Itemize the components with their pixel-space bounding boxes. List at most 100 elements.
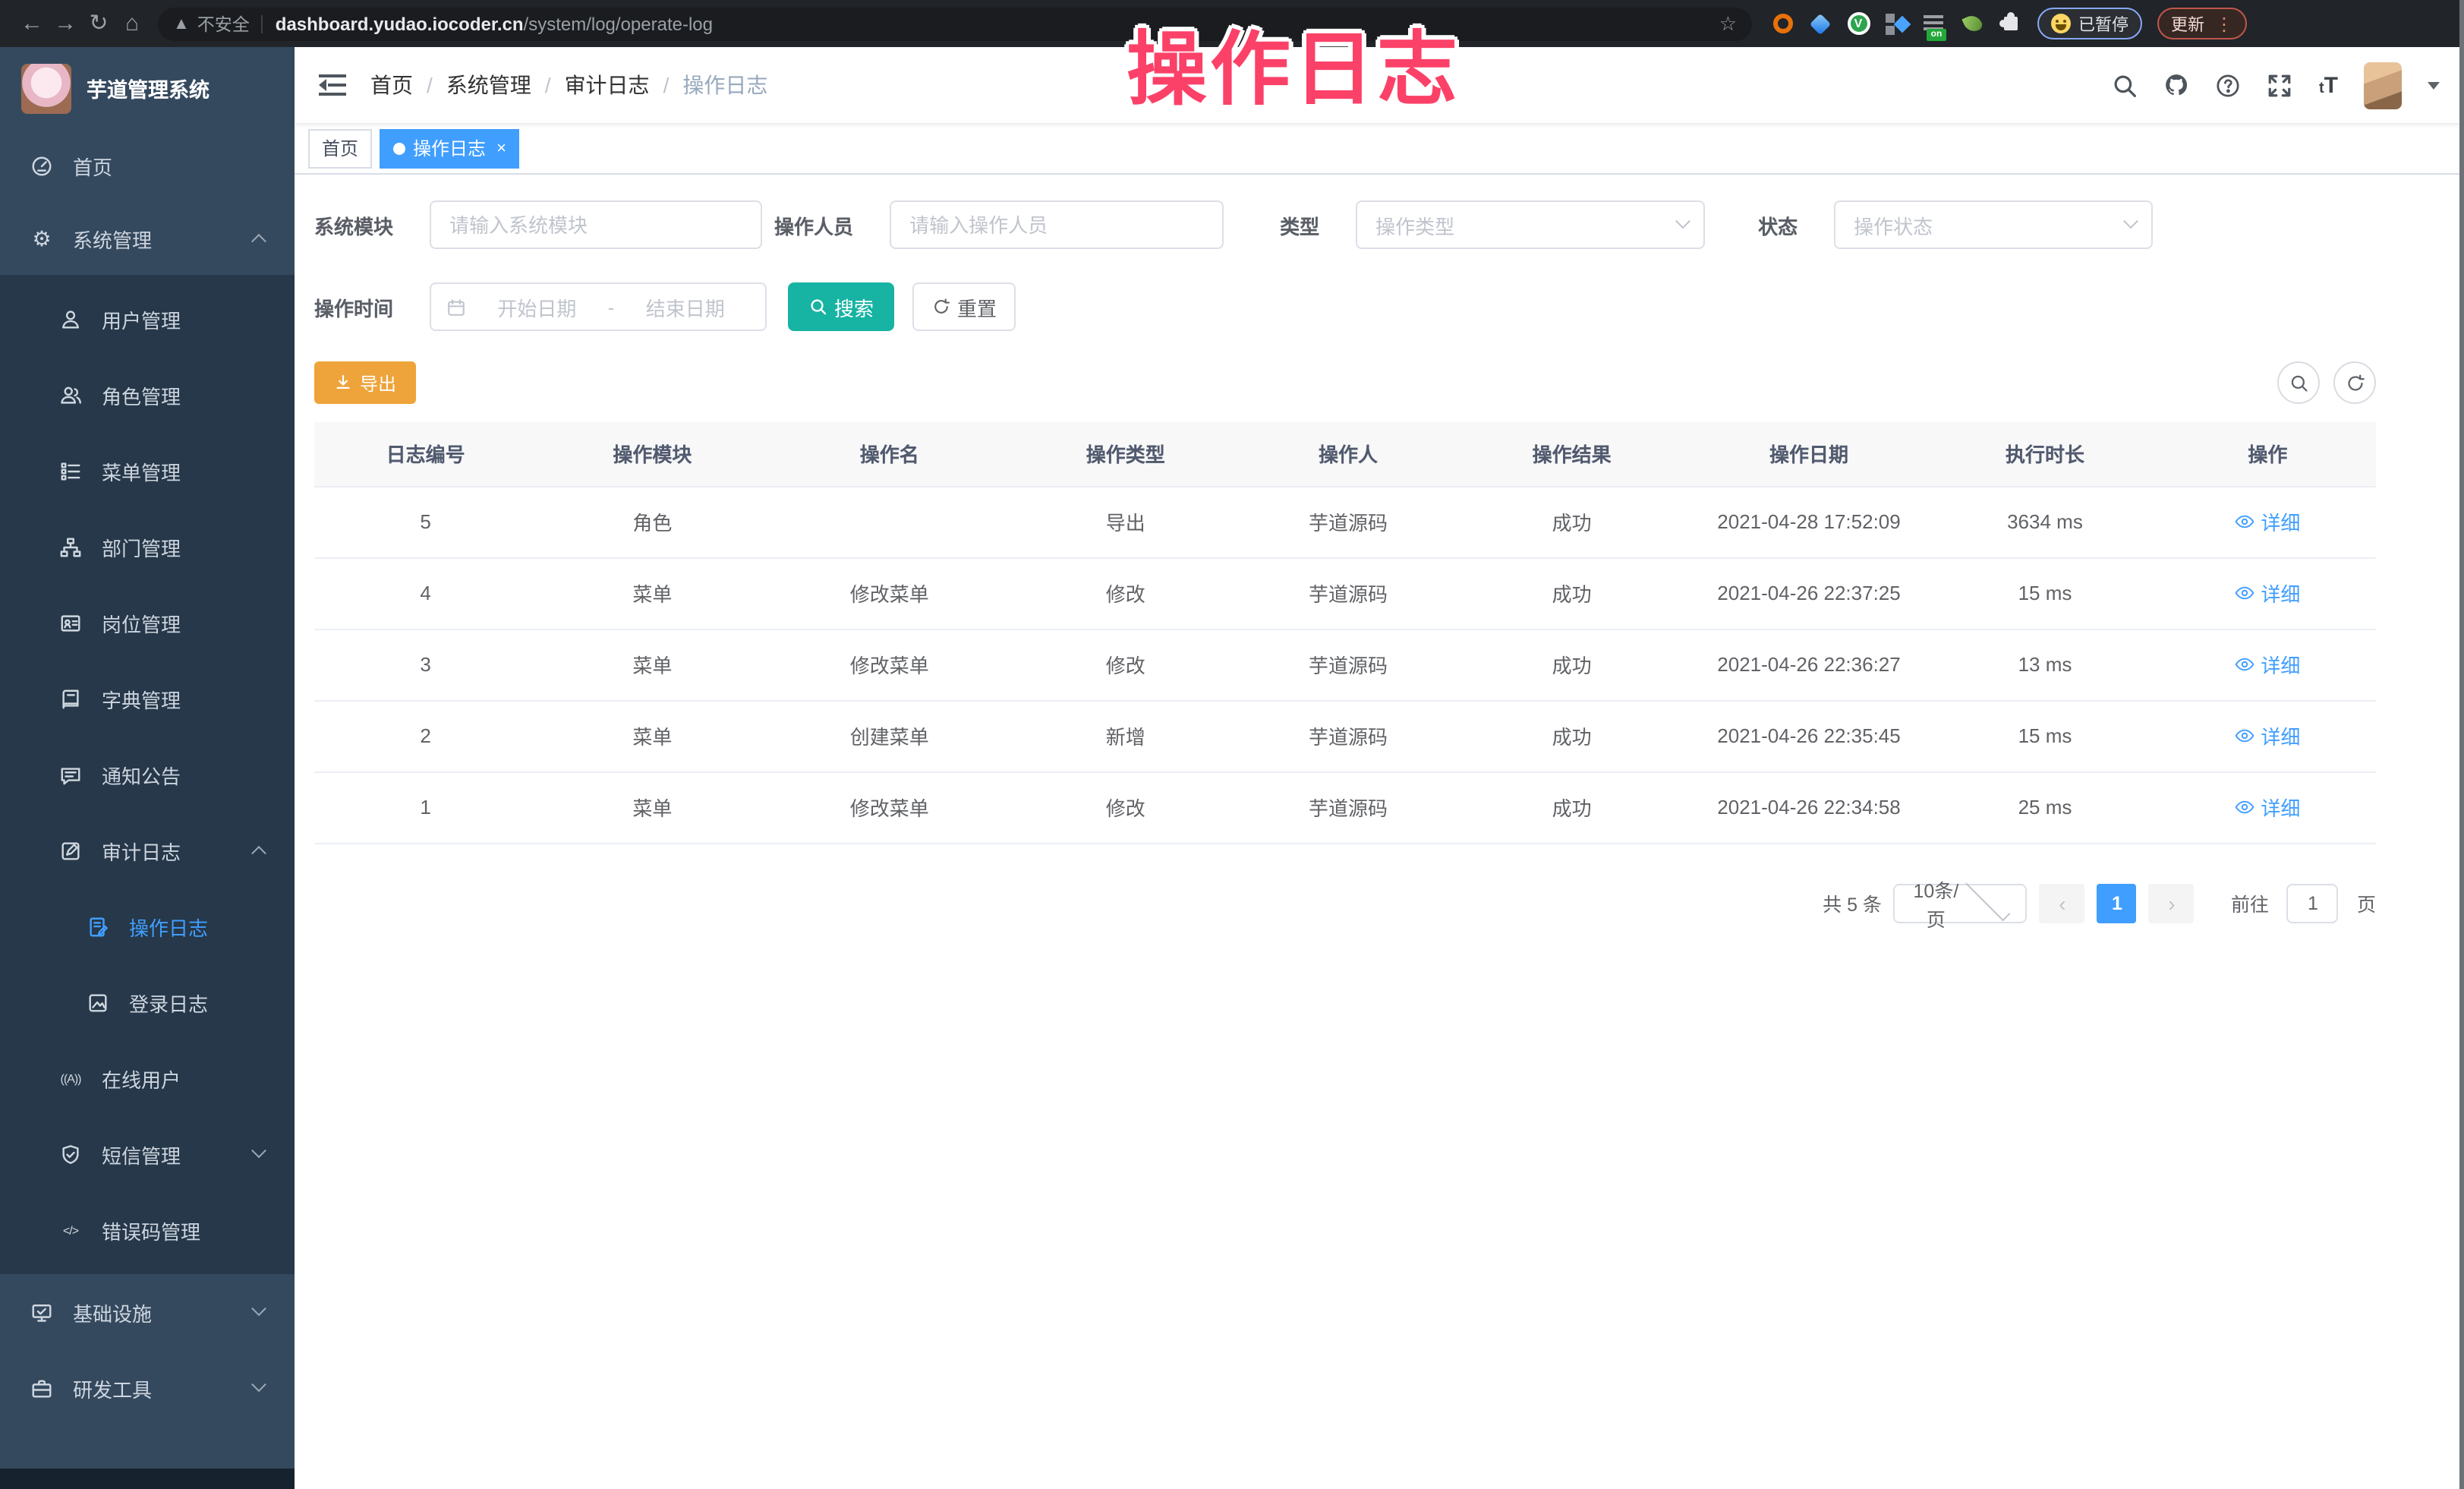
tab-label: 首页 [322, 135, 358, 161]
sidebar-item-system[interactable]: ⚙ 系统管理 [0, 202, 295, 275]
page-size-select[interactable]: 10条/页 [1894, 883, 2028, 923]
reset-button[interactable]: 重置 [912, 282, 1016, 331]
audit-icon [59, 839, 82, 862]
search-icon[interactable] [2113, 72, 2138, 98]
cell-op-name: 修改菜单 [768, 771, 1011, 843]
status-select[interactable]: 操作状态 [1834, 200, 2153, 249]
detail-link[interactable]: 详细 [2235, 579, 2300, 607]
breadcrumb-audit[interactable]: 审计日志 [565, 70, 650, 100]
detail-link[interactable]: 详细 [2235, 793, 2300, 822]
chevron-up-icon [251, 845, 266, 860]
cell-operator: 芋道源码 [1240, 629, 1456, 700]
emoji-face-icon [2051, 14, 2071, 33]
back-button[interactable]: ← [15, 12, 49, 35]
profile-paused-chip[interactable]: 已暂停 [2037, 8, 2142, 39]
browser-menu-icon[interactable]: ⋮ [2215, 14, 2233, 33]
goto-label: 前往 [2231, 888, 2269, 917]
font-size-icon[interactable]: tT [2319, 72, 2338, 98]
search-button[interactable]: 搜索 [788, 282, 894, 331]
update-label: 更新 [2171, 11, 2204, 36]
toggle-search-button[interactable] [2277, 361, 2320, 404]
sidebar-item-label: 用户管理 [102, 304, 181, 333]
breadcrumb-system[interactable]: 系统管理 [446, 70, 531, 100]
search-button-label: 搜索 [834, 292, 874, 321]
sidebar-item-label: 岗位管理 [102, 608, 181, 637]
update-button[interactable]: 更新 ⋮ [2157, 8, 2247, 39]
breadcrumb-home[interactable]: 首页 [370, 70, 413, 100]
github-icon[interactable] [2164, 72, 2190, 98]
detail-link[interactable]: 详细 [2235, 507, 2300, 536]
sidebar-item-login-log[interactable]: 登录日志 [0, 964, 295, 1040]
table-row: 5 角色 导出 芋道源码 成功 2021-04-28 17:52:09 3634… [314, 486, 2376, 557]
sidebar-item-departments[interactable]: 部门管理 [0, 509, 295, 585]
omnibox-divider [262, 14, 263, 33]
refresh-table-button[interactable] [2333, 361, 2376, 404]
sidebar-item-users[interactable]: 用户管理 [0, 281, 295, 357]
extension-leaf-icon[interactable] [1960, 11, 1984, 36]
sidebar-item-dev-tools[interactable]: 研发工具 [0, 1350, 295, 1426]
col-op-type: 操作类型 [1011, 422, 1240, 486]
home-button[interactable]: ⌂ [115, 12, 149, 35]
operator-input[interactable] [890, 200, 1224, 249]
address-bar[interactable]: ▲ 不安全 dashboard.yudao.iocoder.cn /system… [158, 7, 1752, 40]
date-range-picker[interactable]: 开始日期 - 结束日期 [430, 282, 767, 331]
sidebar-item-notices[interactable]: 通知公告 [0, 737, 295, 812]
detail-link[interactable]: 详细 [2235, 721, 2300, 750]
type-select[interactable]: 操作类型 [1356, 200, 1705, 249]
tab-close-icon[interactable]: × [496, 139, 506, 157]
fullscreen-icon[interactable] [2267, 72, 2293, 98]
sidebar-collapse-bar[interactable] [0, 1468, 295, 1489]
extension-drop-icon[interactable] [1808, 11, 1832, 36]
collapse-sidebar-icon[interactable] [319, 74, 346, 96]
sidebar-item-infrastructure[interactable]: 基础设施 [0, 1274, 295, 1350]
tags-view-bar: 首页 操作日志 × [295, 123, 2464, 175]
system-submenu: 用户管理 角色管理 菜单管理 [0, 275, 295, 1274]
cell-op-type: 修改 [1011, 629, 1240, 700]
page-number-1[interactable]: 1 [2097, 883, 2137, 923]
refresh-icon [931, 298, 950, 316]
tab-home[interactable]: 首页 [308, 128, 372, 168]
export-button-label: 导出 [360, 370, 396, 396]
chevron-down-icon [251, 1300, 266, 1315]
sidebar-item-roles[interactable]: 角色管理 [0, 357, 295, 433]
user-avatar[interactable] [2364, 62, 2402, 109]
next-page-button[interactable]: › [2149, 883, 2195, 923]
table-row: 4 菜单 修改菜单 修改 芋道源码 成功 2021-04-26 22:37:25… [314, 557, 2376, 629]
help-icon[interactable] [2216, 72, 2242, 98]
cell-date: 2021-04-26 22:36:27 [1687, 629, 1930, 700]
module-input[interactable] [430, 200, 762, 249]
forward-button[interactable]: → [49, 12, 82, 35]
tab-label: 操作日志 [413, 135, 486, 161]
sidebar-item-posts[interactable]: 岗位管理 [0, 585, 295, 661]
extension-blocks-icon[interactable] [1884, 11, 1908, 36]
sidebar-item-error-codes[interactable]: </> 错误码管理 [0, 1192, 295, 1268]
sidebar-item-online-users[interactable]: ((A)) 在线用户 [0, 1040, 295, 1116]
eye-icon [2235, 726, 2254, 746]
sidebar-item-sms[interactable]: 短信管理 [0, 1116, 295, 1192]
tab-operate-log[interactable]: 操作日志 × [380, 128, 520, 168]
sidebar-item-label: 短信管理 [102, 1140, 181, 1169]
sidebar-item-home[interactable]: 首页 [0, 129, 295, 202]
avatar-caret-icon[interactable] [2428, 81, 2440, 89]
prev-page-button[interactable]: ‹ [2040, 883, 2085, 923]
sidebar-item-operate-log[interactable]: 操作日志 [0, 888, 295, 964]
sidebar-item-dictionary[interactable]: 字典管理 [0, 661, 295, 737]
extension-v-icon[interactable]: V [1846, 11, 1870, 36]
sidebar-item-menus[interactable]: 菜单管理 [0, 433, 295, 509]
bookmark-star-icon[interactable]: ☆ [1719, 11, 1737, 36]
pagination: 共 5 条 10条/页 ‹ 1 › 前往 页 [314, 883, 2376, 923]
detail-link[interactable]: 详细 [2235, 650, 2300, 679]
chevron-down-icon [1965, 876, 2010, 921]
extension-ring-icon[interactable] [1770, 11, 1794, 36]
sms-icon [59, 1143, 82, 1166]
filter-row-2: 操作时间 开始日期 - 结束日期 搜索 重置 [314, 282, 2376, 331]
sidebar-item-label: 在线用户 [102, 1064, 181, 1093]
sidebar-item-audit-log[interactable]: 审计日志 [0, 812, 295, 888]
app-logo-row[interactable]: 芋道管理系统 [0, 47, 295, 129]
goto-page-input[interactable] [2287, 883, 2339, 923]
export-button[interactable]: 导出 [314, 361, 416, 404]
reload-button[interactable]: ↻ [82, 12, 115, 35]
status-placeholder: 操作状态 [1854, 210, 2125, 239]
extension-switch-icon[interactable]: on [1922, 11, 1946, 36]
extensions-puzzle-icon[interactable] [1998, 11, 2022, 36]
